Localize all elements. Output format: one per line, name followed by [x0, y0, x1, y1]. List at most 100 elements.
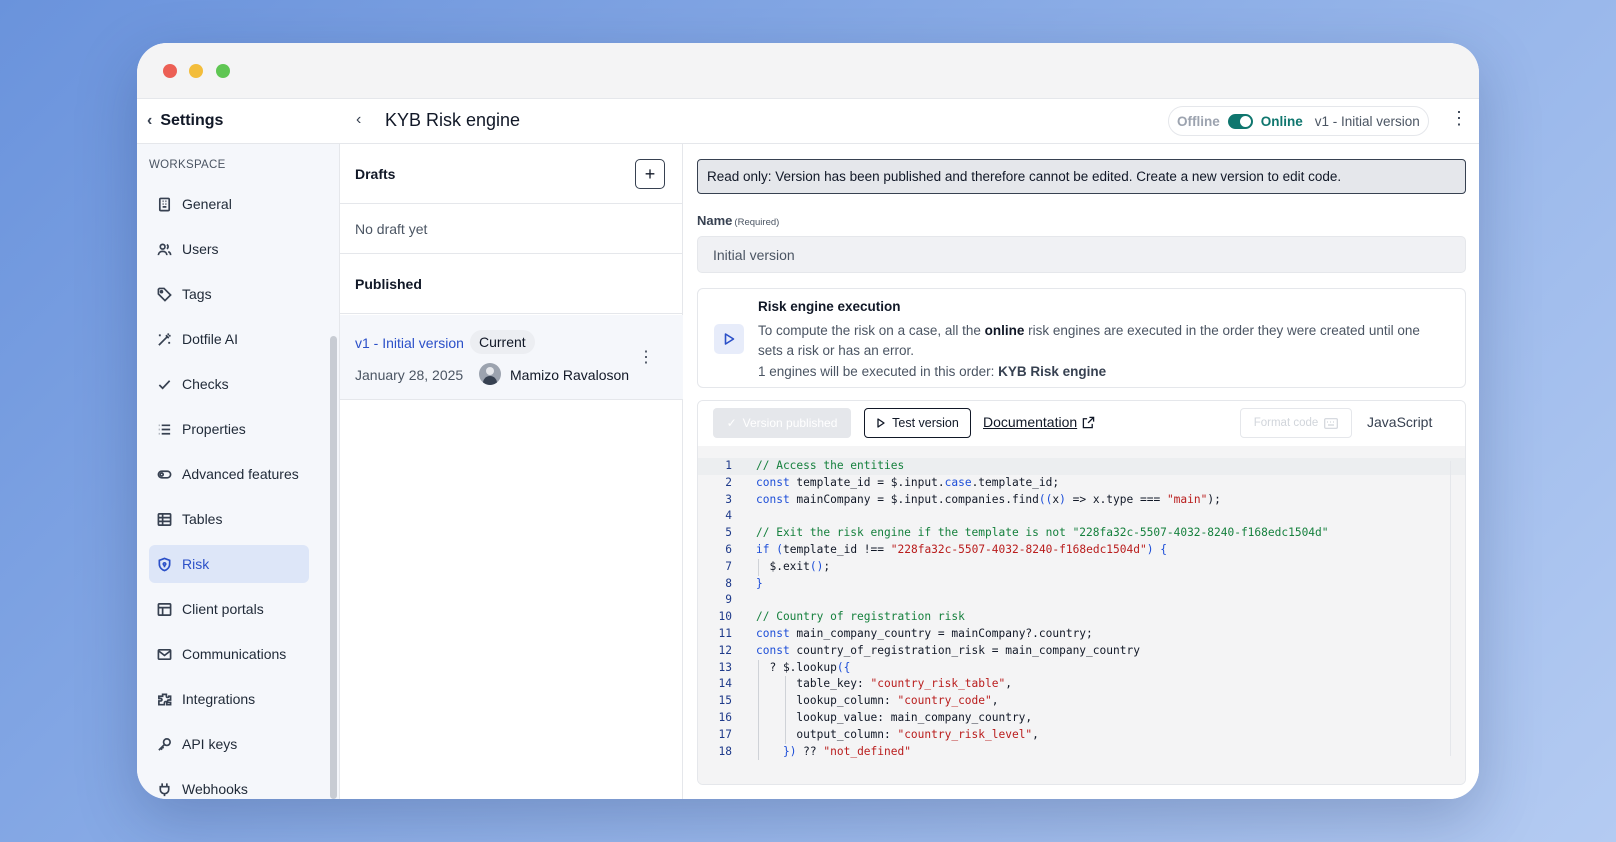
documentation-link[interactable]: Documentation	[983, 414, 1095, 430]
code-line: 7 $.exit();	[698, 558, 1465, 576]
code-area[interactable]: 1// Access the entities 2 const template_…	[698, 446, 1465, 784]
code-line: 17 output_column: "country_risk_level",	[698, 726, 1465, 744]
line-number: 13	[718, 660, 732, 674]
sidebar-item-label: Integrations	[182, 691, 256, 707]
desc-part: To compute the risk on a case, all the	[758, 323, 985, 338]
plug-icon	[159, 782, 170, 796]
version-name-link[interactable]: v1 - Initial version	[355, 335, 464, 351]
sidebar-item-checks[interactable]: Checks	[149, 365, 309, 403]
users-icon	[157, 243, 172, 255]
test-version-button[interactable]: Test version	[864, 408, 971, 438]
check-icon: ✓	[726, 416, 737, 430]
sidebar-item-label: Dotfile AI	[182, 331, 239, 347]
line-number: 12	[718, 643, 732, 657]
sidebar-item-risk[interactable]: Risk	[149, 545, 309, 583]
code-line: 10// Country of registration risk	[698, 609, 1465, 626]
online-label: Online	[1260, 113, 1303, 129]
code-line: 9	[698, 592, 1465, 609]
sidebar-item-properties[interactable]: Properties	[149, 410, 309, 448]
sidebar-item-client-portals[interactable]: Client portals	[149, 590, 309, 628]
format-code-button[interactable]: Format code	[1240, 408, 1352, 438]
more-vertical-icon[interactable]: ⋮	[638, 347, 654, 367]
external-link-icon	[1082, 416, 1095, 428]
sidebar-item-tags[interactable]: Tags	[149, 275, 309, 313]
execution-info-card: Risk engine execution To compute the ris…	[697, 288, 1466, 388]
code-line: 3 const mainCompany = $.input.companies.f…	[698, 492, 1465, 509]
sidebar-item-general[interactable]: General	[149, 185, 309, 223]
button-label: Version published	[742, 416, 838, 430]
line-number: 15	[718, 694, 732, 708]
sidebar-item-api-keys[interactable]: API keys	[149, 725, 309, 763]
sidebar-item-label: Communications	[182, 646, 287, 662]
sidebar-scrollbar[interactable]	[330, 336, 337, 799]
page-title: KYB Risk engine	[385, 110, 521, 130]
minimize-window-button[interactable]	[189, 64, 203, 78]
order-engine: KYB Risk engine	[998, 364, 1107, 379]
sidebar-item-label: Webhooks	[182, 781, 248, 797]
status-pill: Offline Online v1 - Initial version	[1168, 106, 1429, 136]
code-line: 6 if (template_id !== "228fa32c-5507-4032…	[698, 542, 1465, 559]
play-icon	[877, 418, 885, 428]
sidebar-item-webhooks[interactable]: Webhooks	[149, 770, 309, 799]
name-input[interactable]: Initial version	[697, 236, 1466, 273]
list-icon	[158, 423, 171, 435]
line-number: 7	[725, 559, 732, 573]
puzzle-icon	[158, 693, 172, 705]
sidebar-item-users[interactable]: Users	[149, 230, 309, 268]
execution-order: 1 engines will be executed in this order…	[758, 364, 1106, 379]
code-line: 4	[698, 508, 1465, 525]
code-line: 1// Access the entities	[698, 458, 1465, 475]
code-editor: ✓ Version published Test version Documen…	[697, 400, 1466, 785]
published-header: Published	[340, 254, 683, 314]
drafts-label: Drafts	[355, 165, 396, 182]
building-icon	[158, 197, 171, 211]
sidebar-item-advanced-features[interactable]: Advanced features	[149, 455, 309, 493]
sidebar-item-label: Checks	[182, 376, 229, 392]
sidebar-item-communications[interactable]: Communications	[149, 635, 309, 673]
code-line: 5// Exit the risk engine if the template…	[698, 525, 1465, 542]
maximize-window-button[interactable]	[216, 64, 230, 78]
app-window: ‹ Settings WORKSPACE General Users Tags …	[137, 43, 1479, 799]
tag-icon	[157, 287, 172, 302]
line-number: 9	[725, 593, 732, 607]
sidebar-item-label: Tables	[182, 511, 223, 527]
language-label: JavaScript	[1367, 414, 1433, 430]
sidebar-item-integrations[interactable]: Integrations	[149, 680, 309, 718]
published-label: Published	[355, 275, 422, 292]
version-published-button[interactable]: ✓ Version published	[713, 408, 851, 438]
code-line: 14 table_key: "country_risk_table",	[698, 676, 1465, 694]
version-label: v1 - Initial version	[1314, 113, 1420, 129]
layout-icon	[157, 602, 172, 616]
editor-scrollbar[interactable]	[1450, 461, 1462, 756]
back-chevron-icon[interactable]: ‹	[356, 111, 361, 129]
readonly-notice: Read only: Version has been published an…	[697, 159, 1466, 194]
sidebar-item-tables[interactable]: Tables	[149, 500, 309, 538]
order-prefix: 1 engines will be executed in this order…	[758, 364, 999, 379]
title-bar	[137, 43, 1479, 99]
editor-toolbar: ✓ Version published Test version Documen…	[698, 401, 1465, 446]
version-item[interactable]: v1 - Initial version Current January 28,…	[340, 315, 683, 400]
settings-back-button[interactable]: ‹ Settings	[137, 99, 340, 144]
more-vertical-icon[interactable]: ⋮	[1450, 109, 1468, 127]
add-draft-button[interactable]: +	[635, 159, 665, 189]
code-line: 11 const main_company_country = mainCompa…	[698, 626, 1465, 643]
mail-icon	[157, 648, 172, 660]
code-line: 2 const template_id = $.input.case.templa…	[698, 475, 1465, 492]
sidebar-item-label: Advanced features	[182, 466, 299, 482]
avatar	[479, 363, 501, 385]
execution-title: Risk engine execution	[758, 299, 901, 314]
sidebar-item-label: Properties	[182, 421, 246, 437]
line-number: 10	[718, 610, 732, 624]
sidebar-item-dotfile-ai[interactable]: Dotfile AI	[149, 320, 309, 358]
close-window-button[interactable]	[163, 64, 177, 78]
version-date: January 28, 2025	[355, 367, 464, 383]
link-label: Documentation	[983, 414, 1078, 430]
line-number: 2	[725, 475, 732, 489]
line-number: 17	[718, 727, 732, 741]
workspace-section-label: WORKSPACE	[149, 159, 226, 171]
line-number: 14	[718, 677, 732, 691]
line-number: 1	[725, 459, 732, 472]
line-number: 6	[725, 542, 732, 556]
online-toggle[interactable]	[1227, 113, 1253, 129]
offline-label: Offline	[1177, 113, 1220, 129]
